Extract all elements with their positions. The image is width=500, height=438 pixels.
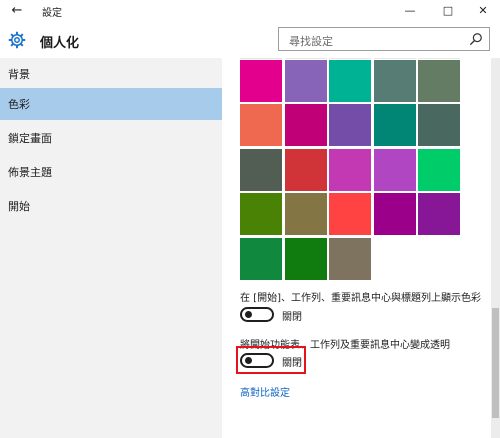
color-swatch[interactable] (329, 148, 371, 191)
search-input[interactable]: 尋找設定 (278, 27, 490, 51)
maximize-icon[interactable]: □ (430, 0, 466, 22)
color-swatch[interactable] (373, 58, 416, 59)
color-swatch[interactable] (284, 237, 327, 280)
color-swatch[interactable] (329, 193, 371, 236)
color-swatch[interactable] (329, 237, 371, 280)
color-swatch[interactable] (418, 60, 460, 102)
color-swatch[interactable] (418, 104, 460, 147)
back-arrow-icon[interactable]: ← (8, 2, 26, 20)
app-title: 設定 (42, 8, 62, 19)
color-swatch[interactable] (240, 237, 282, 280)
color-swatch[interactable] (329, 60, 371, 102)
color-swatch[interactable] (418, 148, 460, 191)
color-swatch[interactable] (329, 58, 371, 59)
color-swatch[interactable] (240, 58, 282, 59)
search-placeholder: 尋找設定 (289, 35, 333, 48)
page-title: 個人化 (40, 36, 80, 51)
sidebar-item-lock-screen[interactable]: 鎖定畫面 (0, 122, 222, 154)
sidebar: 背景 色彩 鎖定畫面 佈景主題 開始 (0, 58, 222, 438)
sidebar-item-start[interactable]: 開始 (0, 190, 222, 222)
show-color-toggle[interactable] (240, 307, 274, 322)
page-header: 個人化 尋找設定 (0, 22, 500, 58)
title-bar: ← 設定 — □ ✕ (0, 0, 500, 22)
color-swatch[interactable] (240, 60, 282, 102)
color-swatch[interactable] (373, 60, 416, 102)
scrollbar-thumb[interactable] (492, 308, 499, 418)
color-swatch[interactable] (284, 104, 327, 147)
color-swatch[interactable] (373, 148, 416, 191)
color-swatch[interactable] (284, 60, 327, 102)
color-settings-panel (222, 58, 500, 438)
color-swatch[interactable] (240, 193, 282, 236)
color-swatch[interactable] (329, 104, 371, 147)
show-color-state: 關閉 (282, 312, 302, 323)
sidebar-item-label: 色彩 (8, 98, 30, 111)
color-swatch[interactable] (284, 58, 327, 59)
sidebar-item-label: 背景 (8, 68, 30, 81)
color-swatch[interactable] (373, 193, 416, 236)
sidebar-item-label: 佈景主題 (8, 166, 52, 179)
sidebar-item-label: 鎖定畫面 (8, 132, 52, 145)
color-swatch[interactable] (418, 193, 460, 236)
search-icon[interactable] (469, 32, 483, 46)
show-color-label: 在 [開始]、工作列、重要訊息中心與標題列上顯示色彩 (240, 293, 481, 304)
color-swatch[interactable] (284, 193, 327, 236)
color-swatch[interactable] (240, 104, 282, 147)
sidebar-item-themes[interactable]: 佈景主題 (0, 156, 222, 188)
gear-icon (8, 31, 26, 49)
sidebar-item-label: 開始 (8, 200, 30, 213)
minimize-icon[interactable]: — (392, 0, 428, 22)
toggle-knob (245, 311, 252, 318)
color-swatch[interactable] (284, 148, 327, 191)
highlight-box (236, 346, 306, 374)
high-contrast-link[interactable]: 高對比設定 (240, 384, 290, 399)
sidebar-item-background[interactable]: 背景 (0, 58, 222, 90)
color-swatch[interactable] (373, 104, 416, 147)
color-swatch[interactable] (418, 58, 460, 59)
sidebar-item-colors[interactable]: 色彩 (0, 88, 222, 120)
color-swatch[interactable] (240, 148, 282, 191)
scrollbar[interactable] (491, 58, 500, 438)
close-icon[interactable]: ✕ (465, 0, 500, 22)
